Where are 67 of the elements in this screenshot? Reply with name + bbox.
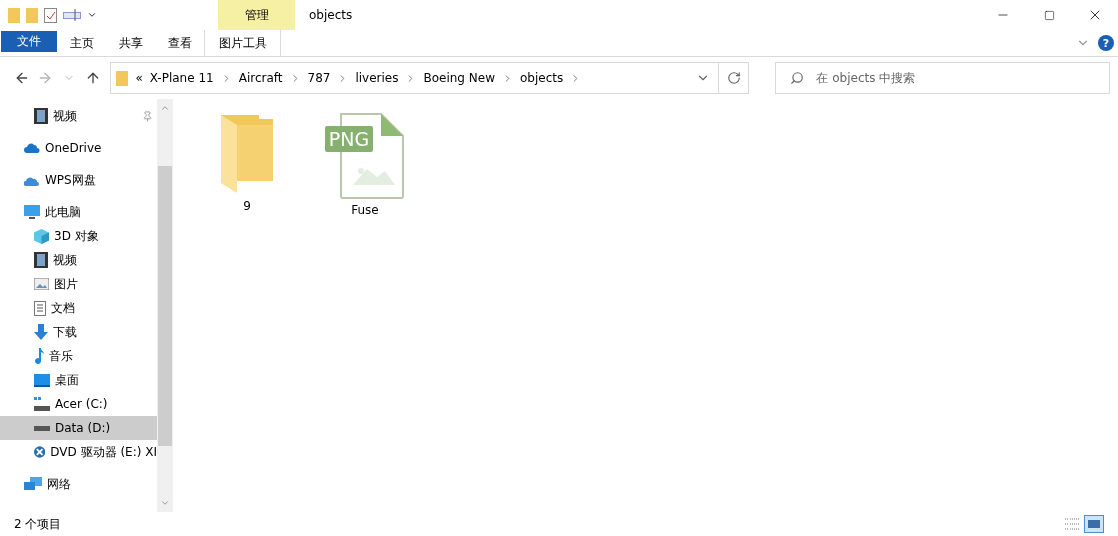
rename-icon[interactable] [63,9,81,21]
scroll-up-icon[interactable] [160,103,170,113]
sidebar-item[interactable]: 3D 对象 [0,224,157,248]
network-icon [24,477,42,491]
address-bar[interactable]: « X-Plane 11 Aircraft 787 liveries Boeing New objects [110,62,750,94]
properties-icon[interactable] [44,7,57,23]
maximize-icon[interactable] [1043,9,1055,21]
sidebar-item[interactable]: 图片 [0,272,157,296]
scrollbar[interactable] [157,99,173,512]
large-icons-view-icon[interactable] [1084,515,1104,533]
item-count: 2 个项目 [14,515,62,533]
dropdown-icon[interactable] [87,10,97,20]
breadcrumb[interactable]: 787 [307,71,331,85]
sidebar-item[interactable]: 文档 [0,296,157,320]
search-icon [790,71,805,85]
breadcrumb[interactable]: liveries [355,71,399,85]
film-icon [34,252,48,268]
breadcrumb[interactable]: X-Plane 11 [149,71,214,85]
refresh-icon[interactable] [726,71,741,85]
film-icon [34,108,48,124]
sidebar-item[interactable]: 桌面 [0,368,157,392]
ribbon-tab[interactable]: 查看 [155,30,204,56]
cube-icon [34,228,49,244]
context-group-label: 管理 [218,0,295,30]
sidebar-item[interactable]: 音乐 [0,344,157,368]
down-arrow-icon [34,324,48,340]
ribbon-tab[interactable]: 主页 [57,30,106,56]
sidebar-item[interactable]: WPS网盘 [0,168,157,192]
search-field[interactable]: 在 objects 中搜索 [775,62,1110,94]
sidebar-item[interactable]: Acer (C:) [0,392,157,416]
breadcrumb[interactable]: Aircraft [238,71,283,85]
desktop-icon [34,373,50,387]
sidebar-item[interactable]: 下载 [0,320,157,344]
picture-icon [34,278,49,290]
ribbon-tab[interactable]: 图片工具 [204,30,281,56]
sidebar-item[interactable]: 网络 [0,472,157,496]
file-name: 9 [243,199,251,213]
sidebar-item[interactable]: 此电脑 [0,200,157,224]
music-note-icon [34,348,44,364]
window-title: objects [308,7,354,24]
file-item[interactable]: PNG Fuse [323,113,407,217]
folder-icon[interactable] [26,7,38,23]
ribbon-tab[interactable]: 共享 [106,30,155,56]
folder-icon [219,113,275,195]
breadcrumb[interactable]: Boeing New [423,71,495,85]
sidebar-item[interactable]: OneDrive [0,136,157,160]
file-item[interactable]: 9 [205,113,289,213]
pin-icon [142,110,153,122]
folder-icon[interactable] [8,7,20,23]
disc-icon [34,444,46,460]
cloud-icon [24,143,40,153]
overflow-chevrons[interactable]: « [135,71,143,85]
file-name: Fuse [351,203,379,217]
details-view-icon[interactable] [1064,517,1080,531]
drive-icon [34,425,50,431]
breadcrumb[interactable]: objects [520,71,564,85]
folder-icon [116,70,129,86]
help-button[interactable]: ? [1098,35,1114,51]
sidebar-item[interactable]: 视频 [0,248,157,272]
sidebar-item[interactable]: Data (D:) [0,416,157,440]
monitor-icon [24,205,40,219]
scroll-down-icon[interactable] [160,498,170,508]
sidebar-item[interactable]: 视频 [0,104,157,128]
file-tab[interactable]: 文件 [1,31,57,52]
sidebar-item[interactable]: DVD 驱动器 (E:) XI [0,440,157,464]
document-icon [34,300,46,316]
drive-icon [34,397,50,411]
